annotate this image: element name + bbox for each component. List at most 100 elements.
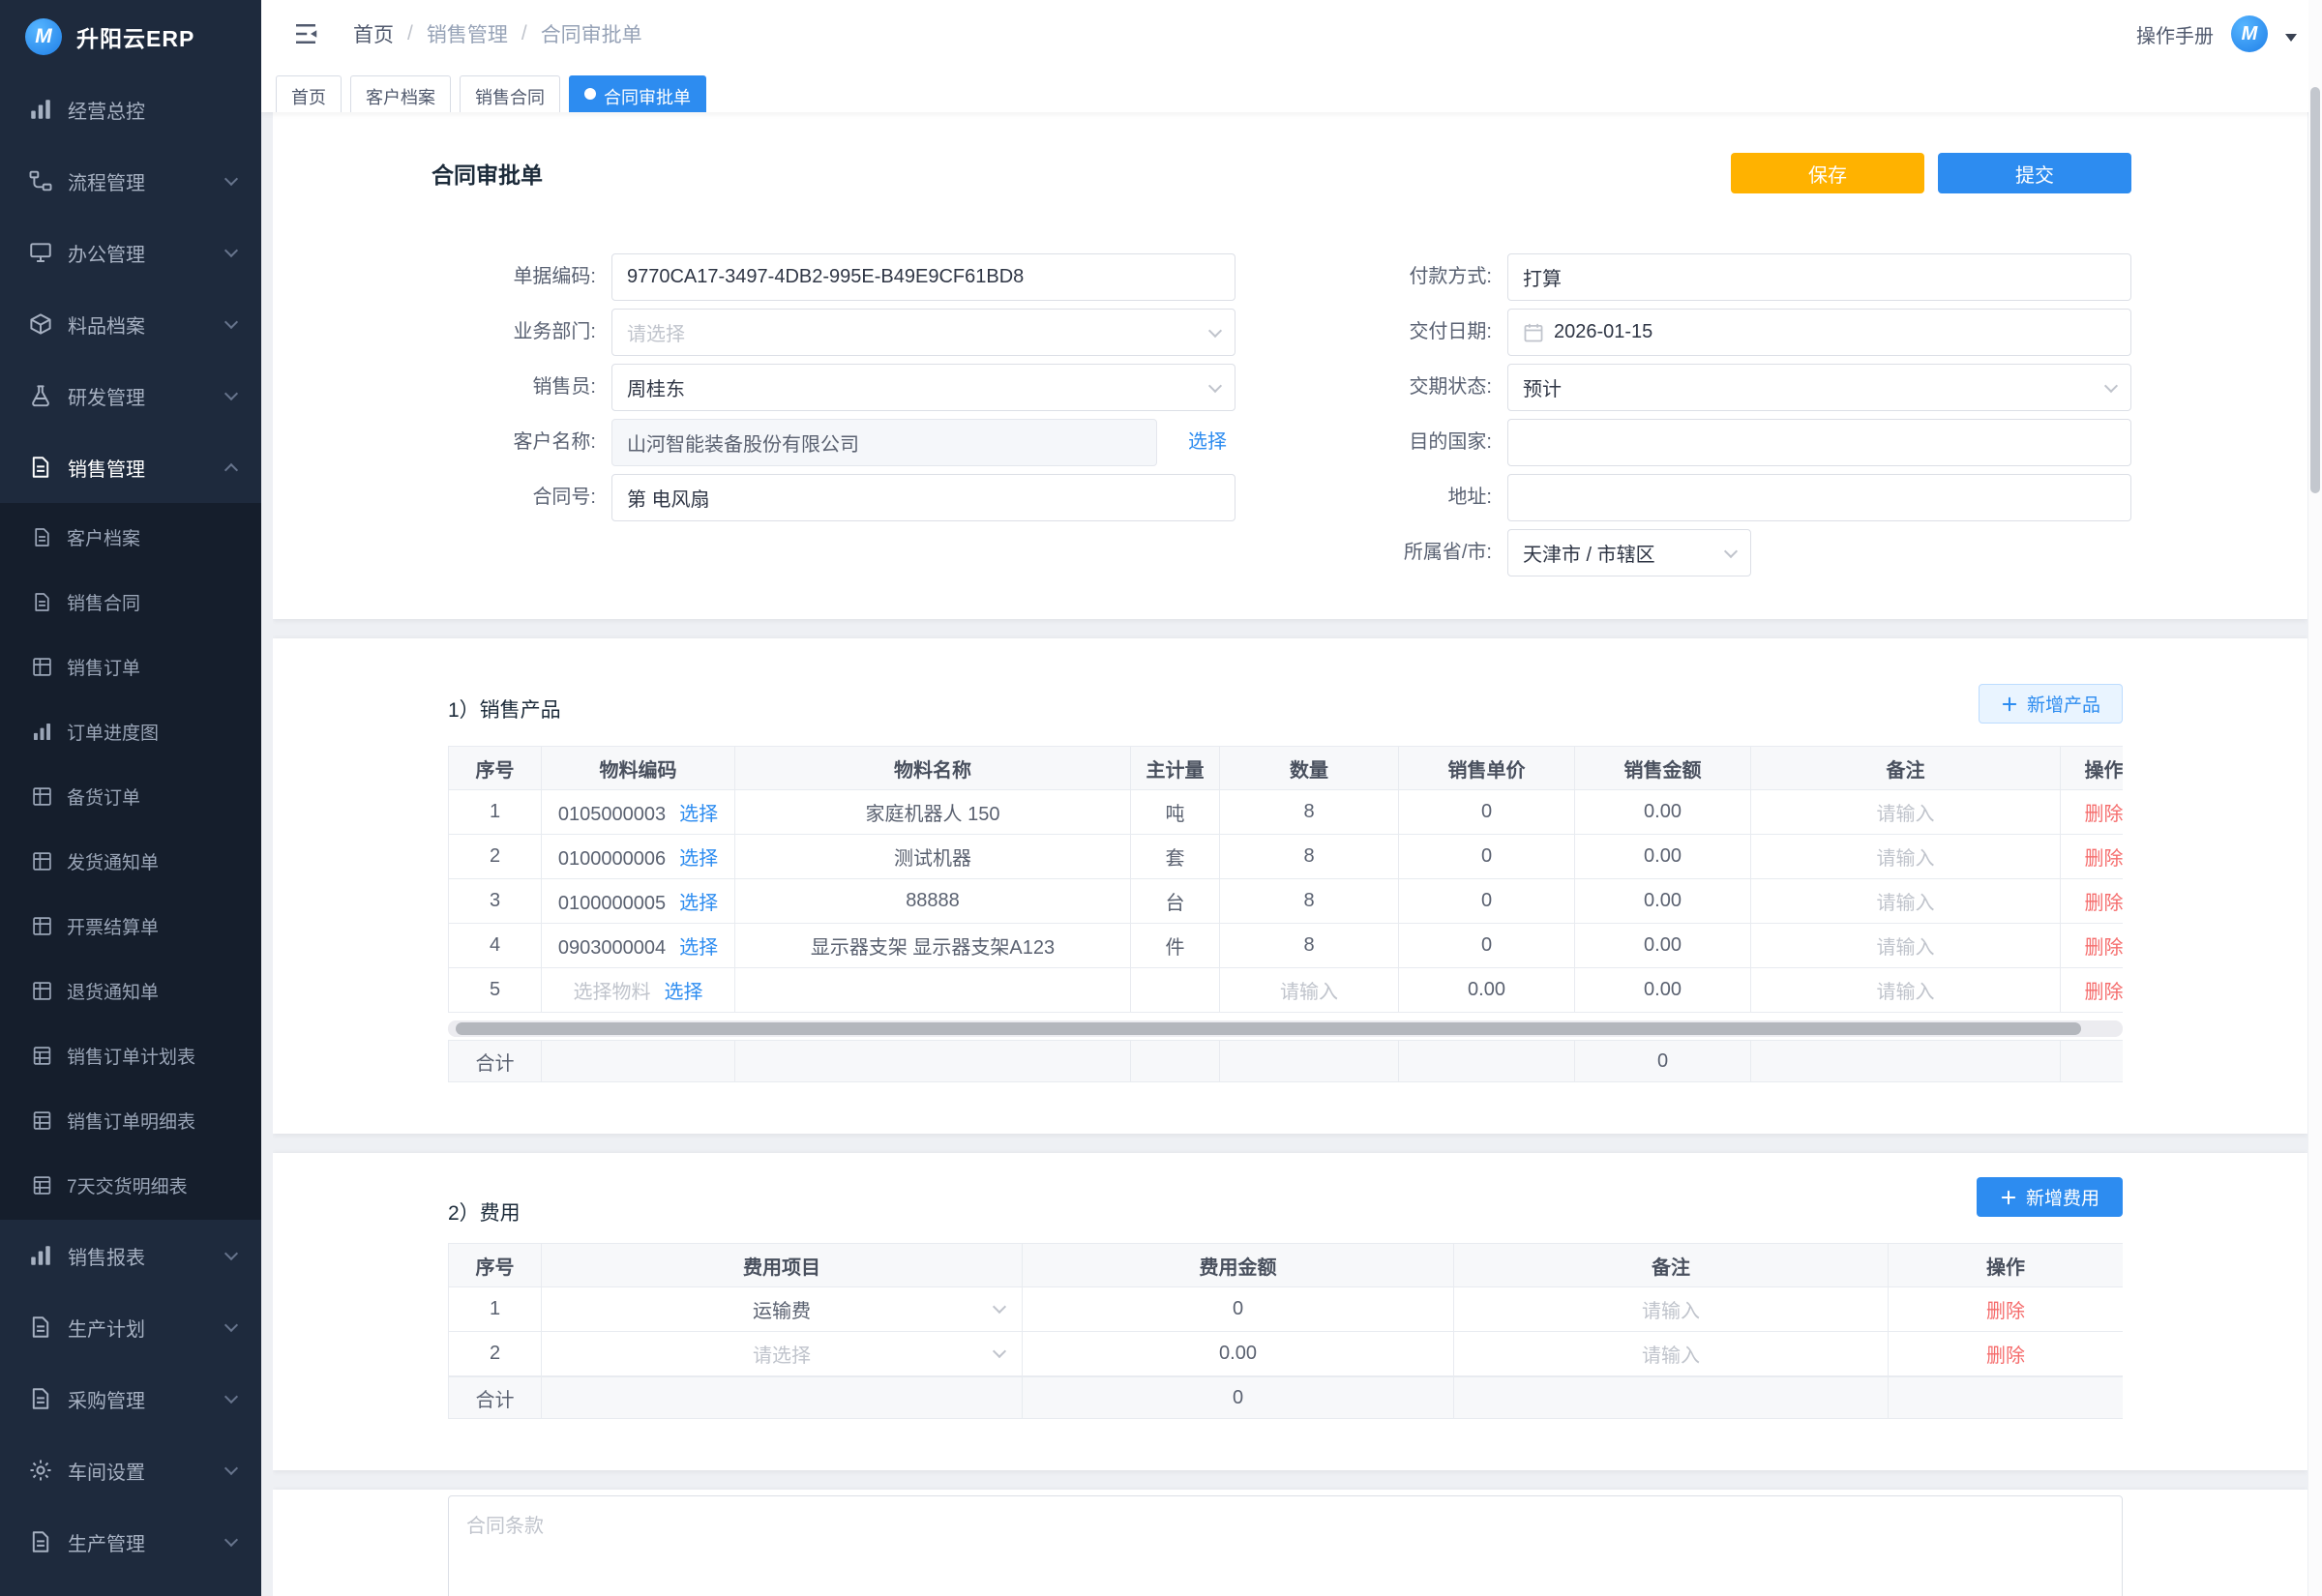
payment-input[interactable]: 打算 (1507, 253, 2131, 301)
doc-code-input[interactable]: 9770CA17-3497-4DB2-995E-B49E9CF61BD8 (611, 253, 1235, 301)
dest-country-input[interactable] (1507, 419, 2131, 466)
delete-row-link[interactable]: 删除 (2085, 848, 2124, 870)
chevron-up-icon (224, 462, 238, 476)
avatar[interactable]: M (2231, 15, 2268, 52)
fees-total-row: 合计0 (449, 1377, 2124, 1419)
sidebar-subitem-return-notice[interactable]: 退货通知单 (0, 959, 261, 1023)
remark-cell[interactable]: 请输入 (1751, 968, 2061, 1013)
qty-cell[interactable]: 8 (1220, 790, 1399, 835)
sidebar-item-workshop-setting[interactable]: 车间设置 (0, 1434, 261, 1506)
select-material-link[interactable]: 选择 (665, 982, 703, 1003)
fee-item-select-cell[interactable]: 运输费 (542, 1287, 1023, 1332)
select-material-link[interactable]: 选择 (679, 848, 718, 870)
province-select[interactable]: 天津市 / 市辖区 (1507, 529, 1751, 576)
horizontal-scrollbar-thumb[interactable] (456, 1022, 2081, 1035)
submit-button[interactable]: 提交 (1938, 153, 2131, 193)
price-cell[interactable]: 0 (1399, 924, 1575, 968)
tab-contract-approval[interactable]: 合同审批单 (569, 75, 706, 112)
contract-form-panel: 合同审批单 保存 提交 单据编码: 9770CA17-3497-4DB2-995… (273, 112, 2307, 619)
qty-cell[interactable]: 请输入 (1220, 968, 1399, 1013)
user-menu-caret-icon[interactable] (2285, 34, 2297, 42)
sidebar-item-office-mgmt[interactable]: 办公管理 (0, 217, 261, 288)
fee-amount-cell[interactable]: 0.00 (1023, 1332, 1454, 1376)
qty-cell[interactable]: 8 (1220, 879, 1399, 924)
qty-cell[interactable]: 8 (1220, 835, 1399, 879)
products-total-wrap: 合计0 (448, 1040, 2123, 1082)
add-product-button[interactable]: 新增产品 (1979, 684, 2123, 724)
sidebar-item-purchase-mgmt[interactable]: 采购管理 (0, 1363, 261, 1434)
qty-cell[interactable]: 8 (1220, 924, 1399, 968)
add-fee-label: 新增费用 (2026, 1184, 2099, 1210)
sidebar: M 升阳云ERP 经营总控流程管理办公管理料品档案研发管理销售管理客户档案销售合… (0, 0, 261, 1596)
delete-row-link[interactable]: 删除 (1986, 1345, 2025, 1367)
delete-row-link[interactable]: 删除 (2085, 804, 2124, 825)
manual-link[interactable]: 操作手册 (2136, 20, 2214, 48)
tab-home[interactable]: 首页 (276, 75, 342, 112)
remark-cell[interactable]: 请输入 (1454, 1287, 1889, 1332)
remark-cell[interactable]: 请输入 (1751, 835, 2061, 879)
address-input[interactable] (1507, 474, 2131, 521)
remark-cell[interactable]: 请输入 (1751, 879, 2061, 924)
sidebar-item-process-mgmt[interactable]: 流程管理 (0, 145, 261, 217)
tab-sales-contract[interactable]: 销售合同 (460, 75, 560, 112)
fee-item-select-cell[interactable]: 请选择 (542, 1332, 1023, 1376)
sidebar-item-production-mgmt[interactable]: 生产管理 (0, 1506, 261, 1578)
sidebar-subitem-customer-archive[interactable]: 客户档案 (0, 505, 261, 570)
contract-no-input[interactable]: 第 电风扇 (611, 474, 1235, 521)
delete-row-link[interactable]: 删除 (1986, 1301, 2025, 1322)
sidebar-subitem-delivery-notice[interactable]: 发货通知单 (0, 829, 261, 894)
add-fee-button[interactable]: 新增费用 (1977, 1177, 2123, 1217)
sidebar-item-material-archive[interactable]: 料品档案 (0, 288, 261, 360)
department-select[interactable]: 请选择 (611, 309, 1235, 356)
sidebar-subitem-sales-order-detail[interactable]: 销售订单明细表 (0, 1088, 261, 1153)
collapse-menu-icon[interactable] (291, 19, 320, 48)
sidebar-item-sales-mgmt[interactable]: 销售管理 (0, 431, 261, 503)
sidebar-item-rd-mgmt[interactable]: 研发管理 (0, 360, 261, 431)
delivery-status-select[interactable]: 预计 (1507, 364, 2131, 411)
remark-cell[interactable]: 请输入 (1751, 924, 2061, 968)
price-value: 0 (1481, 801, 1492, 822)
sidebar-subitem-sales-order-plan[interactable]: 销售订单计划表 (0, 1023, 261, 1088)
delete-row-link[interactable]: 删除 (2085, 937, 2124, 959)
sidebar-subitem-sales-contract[interactable]: 销售合同 (0, 570, 261, 635)
form-row: 业务部门: 请选择 交付日期: 2026-01-15 (273, 309, 2307, 356)
delivery-date-input[interactable]: 2026-01-15 (1507, 309, 2131, 356)
sidebar-item-business-control[interactable]: 经营总控 (0, 74, 261, 145)
delete-row-link[interactable]: 删除 (2085, 982, 2124, 1003)
save-button[interactable]: 保存 (1731, 153, 1924, 193)
delete-row-link[interactable]: 删除 (2085, 893, 2124, 914)
select-customer-link[interactable]: 选择 (1188, 419, 1227, 466)
sidebar-subitem-sales-order[interactable]: 销售订单 (0, 635, 261, 699)
price-cell[interactable]: 0 (1399, 835, 1575, 879)
price-cell[interactable]: 0.00 (1399, 968, 1575, 1013)
breadcrumb-item[interactable]: 销售管理 (427, 19, 508, 48)
total-amount-cell: 0 (1023, 1377, 1454, 1419)
remark-cell[interactable]: 请输入 (1454, 1332, 1889, 1376)
sidebar-item-label: 车间设置 (68, 1457, 226, 1485)
price-cell[interactable]: 0 (1399, 790, 1575, 835)
product-row: 5选择物料选择请输入0.000.00请输入删除 (449, 968, 2124, 1013)
contract-terms-textarea[interactable]: 合同条款 (448, 1495, 2123, 1596)
sidebar-item-production-plan[interactable]: 生产计划 (0, 1291, 261, 1363)
select-material-link[interactable]: 选择 (679, 804, 718, 825)
sidebar-subitem-order-progress-chart[interactable]: 订单进度图 (0, 699, 261, 764)
fees-section-title: 2）费用 (448, 1197, 521, 1227)
sidebar-subitem-invoice-settlement[interactable]: 开票结算单 (0, 894, 261, 959)
fee-amount-cell[interactable]: 0 (1023, 1287, 1454, 1332)
tab-customer-archive[interactable]: 客户档案 (350, 75, 451, 112)
salesman-select[interactable]: 周桂东 (611, 364, 1235, 411)
sidebar-subitem-delivery-7day-detail[interactable]: 7天交货明细表 (0, 1153, 261, 1218)
add-product-label: 新增产品 (2027, 691, 2100, 717)
select-material-link[interactable]: 选择 (679, 893, 718, 914)
customer-label: 客户名称: (273, 419, 611, 466)
sidebar-item-sales-report[interactable]: 销售报表 (0, 1220, 261, 1291)
page-scrollbar-thumb[interactable] (2310, 87, 2320, 493)
total-empty-cell (542, 1041, 735, 1082)
remark-cell[interactable]: 请输入 (1751, 790, 2061, 835)
payment-label: 付款方式: (1235, 253, 1507, 301)
price-cell[interactable]: 0 (1399, 879, 1575, 924)
select-material-link[interactable]: 选择 (679, 937, 718, 959)
doc-icon (29, 1315, 52, 1339)
breadcrumb-item[interactable]: 首页 (353, 19, 394, 48)
sidebar-subitem-stock-order[interactable]: 备货订单 (0, 764, 261, 829)
